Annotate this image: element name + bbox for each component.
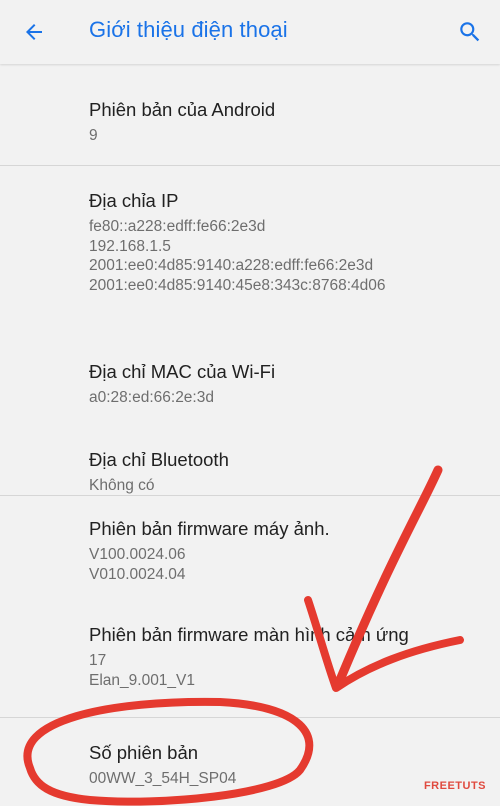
item-title: Số phiên bản xyxy=(89,742,199,763)
summary-line: Elan_9.001_V1 xyxy=(89,671,196,689)
item-summary: fe80::a228:edff:fe66:2e3d 192.168.1.5 20… xyxy=(89,217,500,295)
item-summary: Không có xyxy=(89,476,500,496)
list-item-touchscreen-firmware[interactable]: Phiên bản firmware màn hình cảm ứng 17 E… xyxy=(0,600,500,717)
app-bar: Giới thiệu điện thoại xyxy=(0,0,500,64)
summary-line: a0:28:ed:66:2e:3d xyxy=(89,389,214,406)
summary-line: fe80::a228:edff:fe66:2e3d xyxy=(89,218,266,235)
list-item-ip-address[interactable]: Địa chỉa IP fe80::a228:edff:fe66:2e3d 19… xyxy=(0,166,500,317)
summary-line: V010.0024.04 xyxy=(89,565,186,583)
summary-line: Không có xyxy=(89,477,155,494)
arrow-back-icon xyxy=(26,24,42,40)
item-summary: a0:28:ed:66:2e:3d xyxy=(89,388,500,408)
list-item-wifi-mac[interactable]: Địa chỉ MAC của Wi-Fi a0:28:ed:66:2e:3d xyxy=(0,317,500,409)
item-title: Địa chỉ MAC của Wi-Fi xyxy=(89,361,276,382)
search-icon xyxy=(460,22,480,42)
summary-line: V100.0024.06 xyxy=(89,546,186,563)
summary-line: 2001:ee0:4d85:9140:45e8:343c:8768:4d06 xyxy=(89,276,386,294)
item-title: Địa chỉa IP xyxy=(89,190,179,211)
page-title: Giới thiệu điện thoại xyxy=(89,17,288,42)
summary-line: 17 xyxy=(89,652,107,669)
list-item-camera-firmware[interactable]: Phiên bản firmware máy ảnh. V100.0024.06… xyxy=(0,496,500,600)
item-title: Phiên bản của Android xyxy=(89,99,276,120)
item-title: Phiên bản firmware máy ảnh. xyxy=(89,518,330,539)
item-summary: V100.0024.06 V010.0024.04 xyxy=(89,545,500,584)
summary-line: 2001:ee0:4d85:9140:a228:edff:fe66:2e3d xyxy=(89,257,374,274)
search-button[interactable] xyxy=(450,12,490,52)
item-summary: 17 Elan_9.001_V1 xyxy=(89,651,500,690)
watermark-logo: FREETUTS xyxy=(423,780,486,792)
item-title: Địa chỉ Bluetooth xyxy=(89,449,229,470)
list-item-android-version[interactable]: Phiên bản của Android 9 xyxy=(0,64,500,165)
item-title: Phiên bản firmware màn hình cảm ứng xyxy=(89,624,409,645)
summary-line: 192.168.1.5 xyxy=(89,237,171,255)
summary-line: 9 xyxy=(89,127,98,144)
item-summary: 9 xyxy=(89,126,500,146)
back-button[interactable] xyxy=(14,12,54,52)
list-item-bluetooth[interactable]: Địa chỉ Bluetooth Không có xyxy=(0,409,500,495)
settings-list: Phiên bản của Android 9 Địa chỉa IP fe80… xyxy=(0,64,500,804)
